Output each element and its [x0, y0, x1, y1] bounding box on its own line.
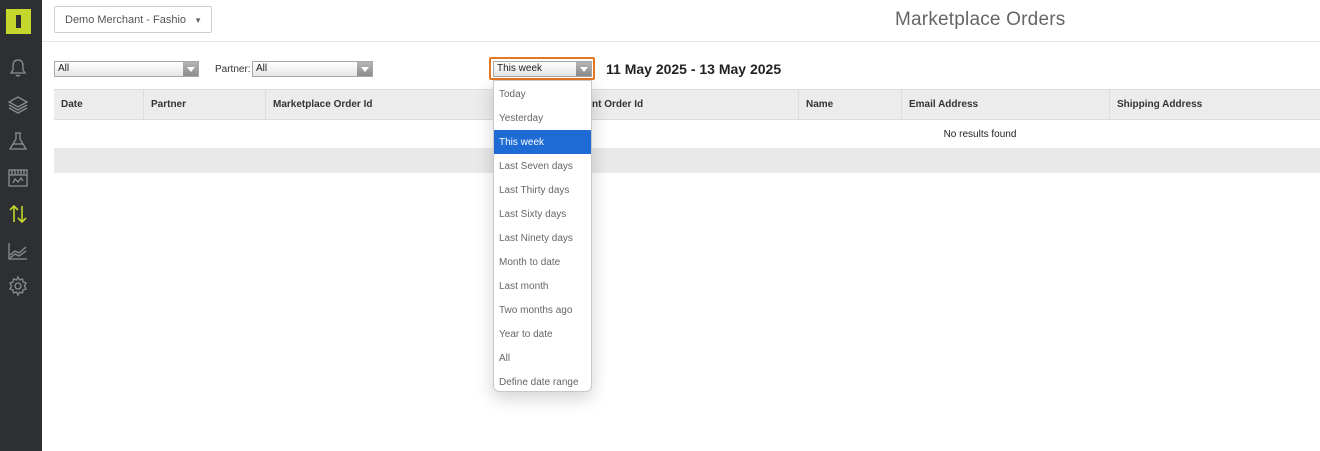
period-option-year-to-date[interactable]: Year to date: [494, 322, 591, 346]
period-option-last-month[interactable]: Last month: [494, 274, 591, 298]
period-option-all[interactable]: All: [494, 346, 591, 370]
top-bar: Demo Merchant - Fashio ▼ Marketplace Ord…: [42, 0, 1320, 42]
merchant-select[interactable]: Demo Merchant - Fashio ▼: [54, 6, 212, 33]
table-footer: [54, 148, 1320, 173]
gear-icon[interactable]: [7, 275, 29, 297]
period-option-define-date-range[interactable]: Define date range: [494, 370, 591, 394]
status-filter-select[interactable]: All: [54, 61, 199, 77]
column-header-email-address[interactable]: Email Address: [902, 90, 1110, 119]
flask-icon[interactable]: [7, 130, 29, 152]
table-header: Date Partner Marketplace Order Id nt Ord…: [54, 89, 1320, 120]
period-dropdown-list: Today Yesterday This week Last Seven day…: [493, 80, 592, 392]
layers-icon[interactable]: [7, 94, 29, 116]
caret-down-icon: ▼: [194, 16, 202, 25]
dropdown-arrow-icon[interactable]: [183, 62, 198, 76]
partner-filter-select[interactable]: All: [252, 61, 373, 77]
column-header-partner[interactable]: Partner: [144, 90, 266, 119]
period-option-month-to-date[interactable]: Month to date: [494, 250, 591, 274]
dropdown-arrow-icon[interactable]: [357, 62, 372, 76]
period-option-last-seven-days[interactable]: Last Seven days: [494, 154, 591, 178]
column-header-merchant-order-id[interactable]: nt Order Id: [591, 90, 799, 119]
status-filter-value: All: [58, 63, 70, 74]
partner-filter-value: All: [256, 63, 268, 74]
area-chart-icon[interactable]: [7, 240, 29, 262]
bell-icon[interactable]: [7, 57, 29, 79]
period-option-last-ninety-days[interactable]: Last Ninety days: [494, 226, 591, 250]
column-header-shipping-address[interactable]: Shipping Address: [1110, 90, 1320, 119]
period-select[interactable]: This week: [493, 61, 592, 77]
period-option-last-thirty-days[interactable]: Last Thirty days: [494, 178, 591, 202]
dropdown-arrow-icon[interactable]: [576, 62, 591, 76]
period-option-this-week[interactable]: This week: [494, 130, 591, 154]
app-logo[interactable]: [6, 9, 31, 34]
merchant-select-value: Demo Merchant - Fashio: [65, 14, 187, 26]
page-title: Marketplace Orders: [895, 9, 1066, 30]
partner-label: Partner:: [215, 64, 251, 75]
transfer-arrows-icon[interactable]: [7, 203, 29, 225]
column-header-name[interactable]: Name: [799, 90, 902, 119]
period-option-yesterday[interactable]: Yesterday: [494, 106, 591, 130]
store-icon[interactable]: [7, 167, 29, 189]
empty-row: No results found: [54, 120, 1320, 148]
date-range-label: 11 May 2025 - 13 May 2025: [606, 61, 782, 77]
logo-mark: [16, 15, 21, 28]
column-header-date[interactable]: Date: [54, 90, 144, 119]
period-option-today[interactable]: Today: [494, 82, 591, 106]
period-option-last-sixty-days[interactable]: Last Sixty days: [494, 202, 591, 226]
no-results-message: No results found: [943, 129, 1017, 140]
period-select-value: This week: [497, 63, 543, 74]
sidebar: [0, 0, 42, 451]
period-option-two-months-ago[interactable]: Two months ago: [494, 298, 591, 322]
column-header-merchant-order-id-label: nt Order Id: [592, 99, 644, 110]
